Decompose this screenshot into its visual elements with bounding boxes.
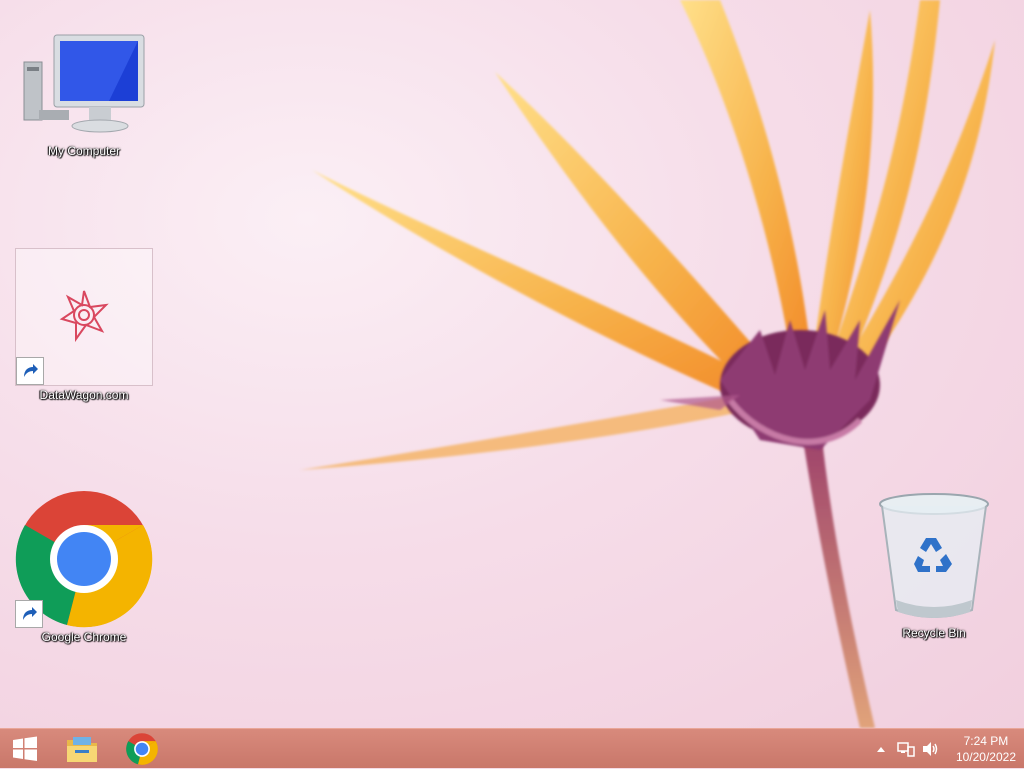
chrome-taskbar-button[interactable] bbox=[116, 729, 168, 769]
datawagon-shortcut-icon bbox=[15, 248, 153, 386]
computer-icon bbox=[19, 32, 149, 142]
shortcut-arrow-icon bbox=[16, 357, 44, 385]
taskbar: 7:24 PM 10/20/2022 bbox=[0, 728, 1024, 768]
file-explorer-icon bbox=[67, 737, 97, 762]
desktop-icon-label: My Computer bbox=[47, 144, 121, 158]
start-button[interactable] bbox=[0, 729, 50, 769]
desktop-icon-my-computer[interactable]: My Computer bbox=[14, 32, 154, 158]
file-explorer-taskbar-button[interactable] bbox=[56, 729, 108, 769]
clock-time: 7:24 PM bbox=[963, 734, 1009, 748]
desktop-icon-datawagon[interactable]: DataWagon.com bbox=[14, 248, 154, 402]
desktop-icon-google-chrome[interactable]: Google Chrome bbox=[14, 490, 154, 644]
chrome-icon bbox=[126, 733, 158, 765]
desktop-icon-label: DataWagon.com bbox=[39, 388, 129, 402]
shortcut-arrow-icon bbox=[15, 600, 43, 628]
volume-icon[interactable] bbox=[921, 741, 939, 757]
clock-date: 10/20/2022 bbox=[955, 750, 1016, 764]
network-icon[interactable] bbox=[897, 741, 915, 757]
desktop-icon-recycle-bin[interactable]: Recycle Bin bbox=[866, 490, 1002, 640]
taskbar-clock[interactable]: 7:24 PM 10/20/2022 bbox=[956, 733, 1016, 765]
desktop-icon-label: Recycle Bin bbox=[902, 626, 966, 640]
windows-logo-icon bbox=[13, 736, 37, 761]
show-hidden-icons-arrow[interactable] bbox=[876, 745, 886, 753]
desktop-icon-label: Google Chrome bbox=[41, 630, 127, 644]
recycle-bin-icon bbox=[874, 490, 994, 624]
chrome-icon bbox=[15, 490, 153, 628]
